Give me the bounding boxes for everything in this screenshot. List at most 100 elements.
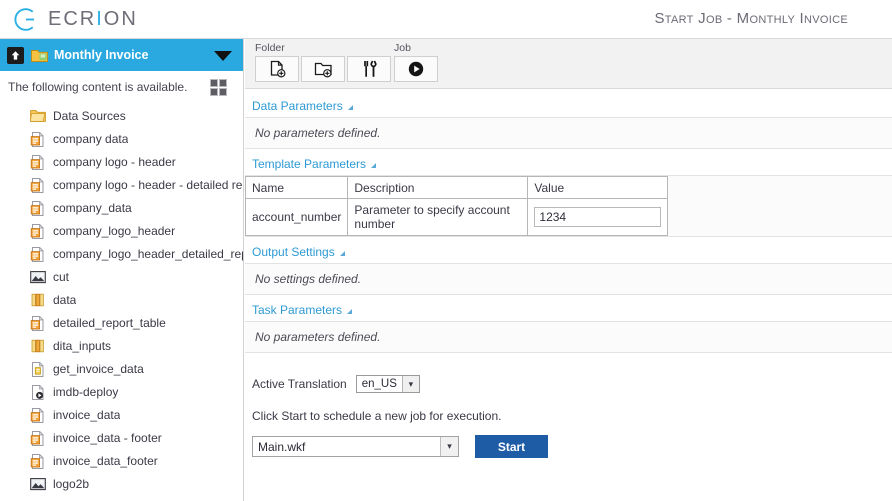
file-list-item[interactable]: dita_inputs — [0, 334, 243, 357]
chevron-down-icon: ▾ — [401, 376, 419, 392]
play-icon — [408, 61, 424, 77]
page-title: Start Job - Monthly Invoice — [654, 10, 848, 27]
sidebar: Monthly Invoice The following content is… — [0, 39, 244, 501]
sidebar-subheader: The following content is available. — [0, 71, 243, 103]
xml-document-icon — [30, 131, 46, 147]
workflow-value: Main.wkf — [258, 439, 306, 454]
xml-document-icon — [30, 177, 46, 193]
file-list-item[interactable]: company logo - header - detailed rep··· — [0, 173, 243, 196]
image-icon — [30, 476, 46, 492]
arrow-up-icon — [11, 50, 20, 60]
sidebar-title: Monthly Invoice — [54, 48, 149, 62]
deploy-document-icon — [30, 384, 46, 400]
file-list-item[interactable]: company logo - header — [0, 150, 243, 173]
cell-parameter-name: account_number — [245, 198, 349, 236]
application-window: ECRION Start Job - Monthly Invoice Month… — [0, 0, 892, 501]
file-list-item[interactable]: cut — [0, 265, 243, 288]
file-list-item[interactable]: Data Sources — [0, 104, 243, 127]
parameter-value-input[interactable] — [534, 207, 662, 227]
file-list-item-label: dita_inputs — [53, 338, 112, 353]
folder-open-icon — [31, 49, 48, 62]
section-title-output-settings: Output Settings — [252, 245, 335, 259]
file-list-item-label: company logo - header — [53, 154, 176, 169]
column-header-value: Value — [527, 176, 669, 199]
new-file-button[interactable] — [255, 56, 299, 82]
file-list-item-label: company data — [53, 131, 129, 146]
new-folder-icon — [314, 62, 332, 78]
section-title-template-parameters: Template Parameters — [252, 157, 367, 171]
file-list-item-label: logo2b — [53, 476, 90, 491]
data-parameters-empty: No parameters defined. — [245, 117, 892, 149]
chevron-down-icon[interactable] — [214, 51, 232, 61]
file-list-item[interactable]: invoice_data — [0, 403, 243, 426]
task-parameters-empty: No parameters defined. — [245, 321, 892, 353]
section-header-output-settings[interactable]: Output Settings — [245, 245, 892, 263]
file-list-item[interactable]: data — [0, 288, 243, 311]
active-translation-select[interactable]: en_US ▾ — [355, 375, 420, 393]
grid-view-icon[interactable] — [210, 79, 227, 99]
sidebar-subheader-text: The following content is available. — [8, 80, 188, 94]
file-list-item[interactable]: get_invoice_data — [0, 357, 243, 380]
sidebar-header[interactable]: Monthly Invoice — [0, 39, 243, 71]
data-columns-icon — [30, 338, 46, 354]
table-row: account_number Parameter to specify acco… — [245, 198, 669, 236]
file-list-item[interactable]: detailed_report_table — [0, 311, 243, 334]
section-header-template-parameters[interactable]: Template Parameters — [245, 157, 892, 175]
start-button[interactable]: Start — [475, 435, 548, 458]
xml-document-icon — [30, 315, 46, 331]
file-list-item-label: company logo - header - detailed rep··· — [53, 177, 243, 192]
section-header-data-parameters[interactable]: Data Parameters — [245, 99, 892, 117]
run-job-button[interactable] — [394, 56, 438, 82]
brand-name-part2: ON — [103, 8, 138, 30]
brand-name: ECRION — [48, 8, 138, 31]
toolbar: Folder Job — [245, 39, 892, 89]
column-header-name: Name — [245, 176, 349, 199]
brand-name-highlight: I — [96, 8, 104, 30]
section-title-task-parameters: Task Parameters — [252, 303, 343, 317]
file-list-item[interactable]: imdb-deploy — [0, 380, 243, 403]
navigate-up-button[interactable] — [7, 46, 24, 64]
ecrion-circle-logo-icon — [14, 8, 35, 31]
file-list-item-label: invoice_data - footer — [53, 430, 162, 445]
collapse-triangle-icon — [347, 308, 353, 314]
folder-icon — [29, 108, 46, 124]
script-document-icon — [30, 361, 46, 377]
file-list-item[interactable]: logo2b — [0, 472, 243, 495]
workflow-select[interactable]: Main.wkf ▾ — [252, 436, 459, 457]
tools-button[interactable] — [347, 56, 391, 82]
output-settings-empty: No settings defined. — [245, 263, 892, 295]
toolbar-group-label-job: Job — [394, 42, 411, 54]
cell-parameter-value — [527, 198, 669, 236]
xml-document-icon — [30, 407, 46, 423]
file-list-item[interactable]: company_data — [0, 196, 243, 219]
new-file-icon — [270, 60, 286, 78]
xml-document-icon — [30, 430, 46, 446]
xml-document-icon — [30, 223, 46, 239]
column-header-description: Description — [347, 176, 529, 199]
file-list-item-label: detailed_report_table — [53, 315, 166, 330]
active-translation-row: Active Translation en_US ▾ — [245, 353, 892, 393]
xml-document-icon — [30, 246, 46, 262]
section-header-task-parameters[interactable]: Task Parameters — [245, 303, 892, 321]
start-hint-text: Click Start to schedule a new job for ex… — [252, 409, 502, 423]
file-list-item[interactable]: invoice_data_footer — [0, 449, 243, 472]
brand-logo[interactable]: ECRION — [12, 6, 138, 33]
file-list-item-label: company_logo_header — [53, 223, 176, 238]
file-list-item[interactable]: company data — [0, 127, 243, 150]
file-list-item[interactable]: company_logo_header — [0, 219, 243, 242]
template-parameters-panel: Name Description Value account_number Pa… — [245, 175, 892, 237]
image-icon — [30, 269, 46, 285]
top-bar: ECRION Start Job - Monthly Invoice — [0, 0, 892, 39]
collapse-triangle-icon — [339, 250, 345, 256]
new-folder-button[interactable] — [301, 56, 345, 82]
file-list-item-label: invoice_data — [53, 407, 121, 422]
file-list-item-label: company_data — [53, 200, 132, 215]
xml-document-icon — [30, 154, 46, 170]
file-list-item[interactable]: company_logo_header_detailed_report — [0, 242, 243, 265]
file-list-item-label: company_logo_header_detailed_report — [53, 246, 243, 261]
toolbar-group-label-folder: Folder — [255, 42, 285, 54]
file-list: Data Sources company data company logo - h… — [0, 103, 243, 495]
section-title-data-parameters: Data Parameters — [252, 99, 343, 113]
file-list-item-label: Data Sources — [53, 108, 126, 123]
file-list-item[interactable]: invoice_data - footer — [0, 426, 243, 449]
